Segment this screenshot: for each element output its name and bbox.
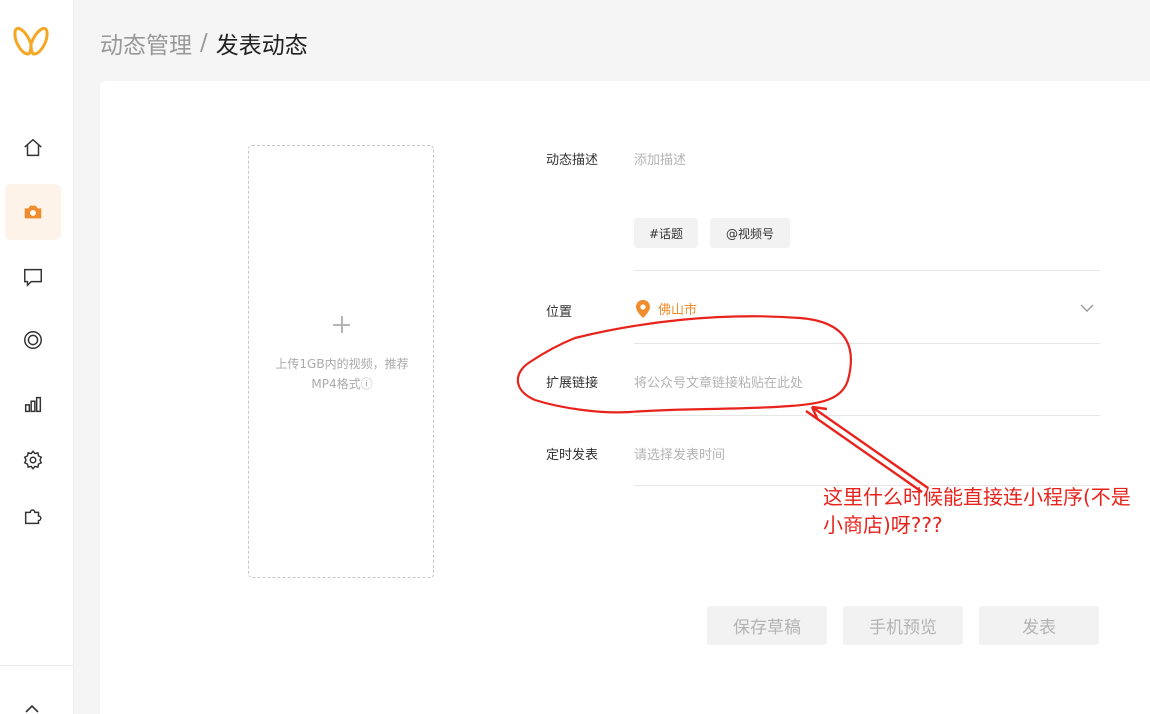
description-label: 动态描述: [546, 153, 599, 168]
chevron-down-icon[interactable]: [1079, 302, 1095, 314]
preview-button[interactable]: 手机预览: [843, 606, 963, 645]
chart-icon: [24, 396, 42, 413]
description-input[interactable]: 添加描述: [634, 149, 686, 168]
video-upload-area[interactable]: 上传1GB内的视频，推荐MP4格式ⓘ: [248, 145, 434, 578]
sidebar-item-home[interactable]: [5, 120, 61, 176]
topic-button[interactable]: #话题: [634, 218, 698, 248]
link-input[interactable]: 将公众号文章链接粘贴在此处: [634, 372, 803, 391]
sidebar-item-data[interactable]: [5, 376, 61, 432]
divider: [634, 343, 1100, 344]
annotation-text: 这里什么时候能直接连小程序(不是小商店)呀???: [823, 485, 1131, 537]
schedule-label: 定时发表: [546, 448, 599, 463]
save-draft-button[interactable]: 保存草稿: [707, 606, 827, 645]
schedule-input[interactable]: 请选择发表时间: [634, 444, 725, 463]
breadcrumb: 动态管理 / 发表动态: [100, 26, 308, 60]
breadcrumb-separator: /: [200, 30, 208, 56]
home-icon: [24, 138, 42, 157]
channel-mention-button[interactable]: @视频号: [710, 218, 790, 248]
location-value: 佛山市: [658, 303, 698, 318]
location-pin-icon: [636, 299, 650, 318]
sidebar-item-post[interactable]: [5, 184, 61, 240]
live-icon: [24, 331, 42, 349]
link-label: 扩展链接: [546, 376, 599, 391]
sidebar-item-messages[interactable]: [5, 249, 61, 305]
sidebar-divider: [0, 665, 74, 666]
divider: [634, 270, 1100, 271]
chevron-up-icon[interactable]: [22, 700, 42, 714]
sidebar: [0, 0, 74, 714]
location-label: 位置: [546, 305, 573, 320]
upload-hint: 上传1GB内的视频，推荐MP4格式ⓘ: [275, 357, 409, 391]
sidebar-item-live[interactable]: [5, 312, 61, 368]
breadcrumb-parent[interactable]: 动态管理: [100, 26, 192, 60]
sidebar-item-plugins[interactable]: [5, 488, 61, 544]
logo-icon: [13, 27, 49, 56]
gear-icon: [23, 450, 43, 470]
sidebar-item-settings[interactable]: [5, 432, 61, 488]
divider: [634, 415, 1100, 416]
chat-icon: [24, 268, 42, 288]
page-title: 发表动态: [215, 33, 308, 59]
plugin-icon: [24, 509, 42, 525]
location-select[interactable]: 佛山市: [636, 299, 697, 318]
plus-icon: [331, 314, 353, 336]
camera-icon: [24, 205, 42, 219]
publish-button[interactable]: 发表: [979, 606, 1099, 645]
